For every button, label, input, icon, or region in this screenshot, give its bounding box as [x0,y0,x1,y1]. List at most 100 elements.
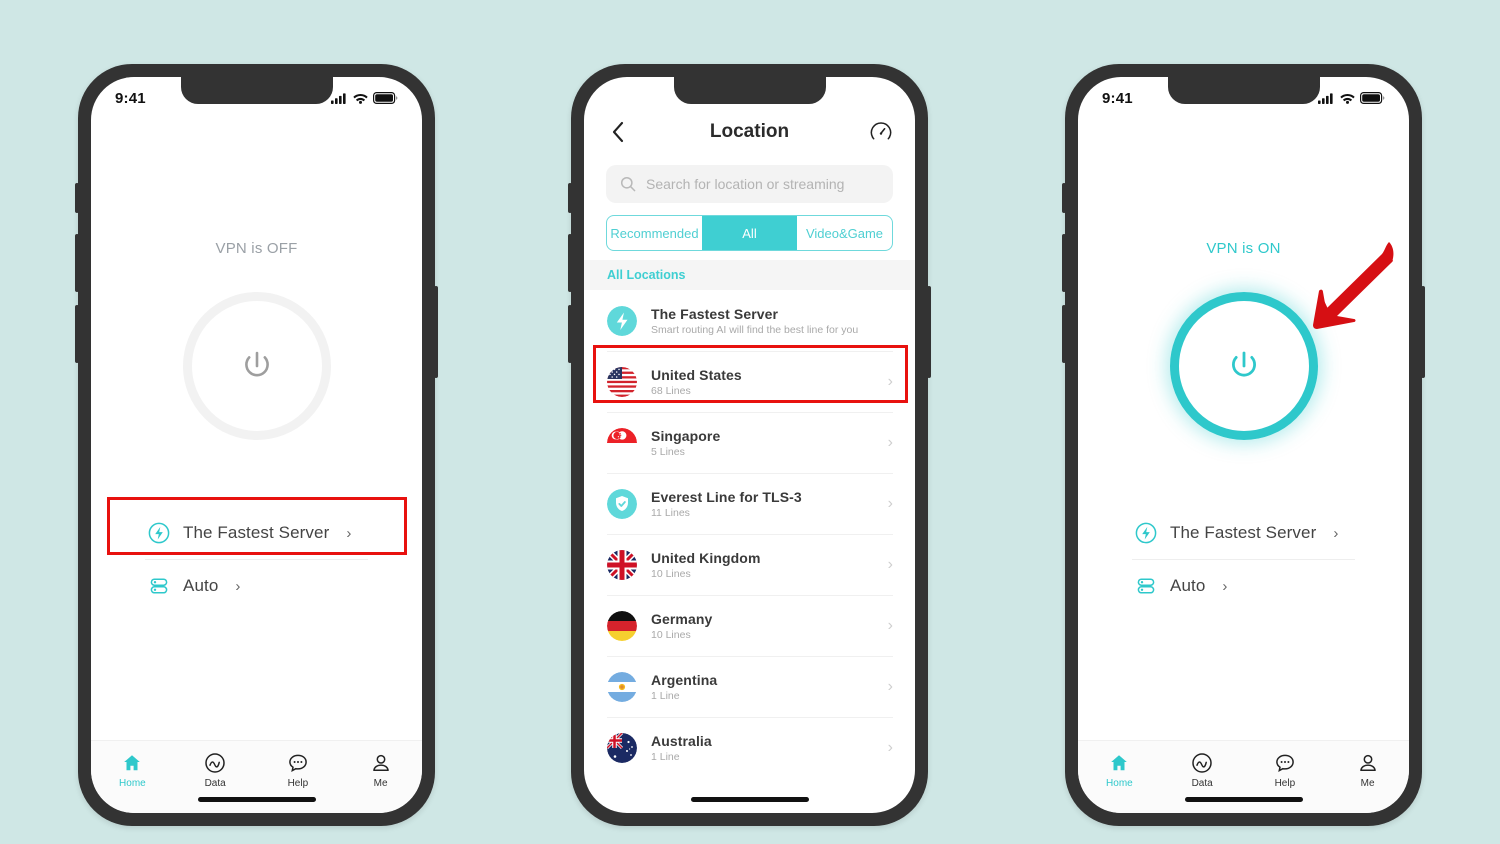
power-icon [237,346,277,386]
red-arrow-icon [1292,230,1402,340]
fastest-server-icon [148,522,170,544]
side-power-button[interactable] [1421,286,1425,378]
side-power-button[interactable] [434,286,438,378]
tab-label: Help [287,778,309,789]
power-icon [1224,346,1264,386]
person-icon [1357,752,1379,774]
phone-mockup-two: Location Search for location or streamin… [568,64,931,826]
location-sub: 68 Lines [651,384,691,397]
list-item-united-states[interactable]: United States 68 Lines › [584,351,915,412]
tab-label: Data [1191,778,1213,789]
tab-help[interactable]: Help [257,741,340,813]
tab-me[interactable]: Me [339,741,422,813]
volume-up-button[interactable] [568,234,572,292]
bottom-tab-bar-three: Home Data Help Me [1078,740,1409,813]
silent-switch[interactable] [75,183,79,213]
tab-help[interactable]: Help [1244,741,1327,813]
list-item-united-kingdom[interactable]: United Kingdom 10 Lines › [584,534,915,595]
list-item-text: The Fastest Server Smart routing AI will… [651,306,879,336]
chevron-right-icon: › [887,555,893,573]
location-name: Everest Line for TLS-3 [651,488,802,505]
flag-uk-icon [607,549,637,580]
location-name: Argentina [651,671,718,688]
page-title: Location [709,121,790,142]
screenshot-canvas: 9:41 VPN is OFF The Fastest Server › Aut… [0,0,1500,844]
chevron-right-icon: › [235,577,241,595]
chevron-right-icon: › [887,372,893,390]
list-item-singapore[interactable]: Singapore 5 Lines › [584,412,915,473]
options-list-three: The Fastest Server › Auto › [1078,507,1409,612]
help-chat-icon [287,752,309,774]
speedometer-icon[interactable] [869,121,893,143]
cellular-signal-icon [331,92,348,104]
segment-all[interactable]: All [702,216,797,250]
notch [1167,77,1320,104]
list-item-australia[interactable]: Australia 1 Line › [584,717,915,778]
fastest-server-icon [1135,522,1157,544]
search-placeholder: Search for location or streaming [646,176,845,192]
data-chart-icon [1191,752,1213,774]
cellular-signal-icon [1318,92,1335,104]
tab-data[interactable]: Data [1161,741,1244,813]
status-time: 9:41 [1102,89,1133,107]
wifi-icon [1340,93,1355,104]
silent-switch[interactable] [568,183,572,213]
segment-video-game[interactable]: Video&Game [797,216,892,250]
flag-ar-icon [607,671,637,702]
list-item-argentina[interactable]: Argentina 1 Line › [584,656,915,717]
volume-down-button[interactable] [1062,305,1066,363]
volume-down-button[interactable] [75,305,79,363]
server-stack-icon [148,575,170,597]
volume-down-button[interactable] [568,305,572,363]
flag-us-icon [607,366,637,397]
list-item-text: Argentina 1 Line [651,672,874,702]
tab-me[interactable]: Me [1326,741,1409,813]
category-segmented-control: Recommended All Video&Game [606,215,893,251]
volume-up-button[interactable] [1062,234,1066,292]
side-power-button[interactable] [927,286,931,378]
section-header-all-locations: All Locations [584,260,915,290]
location-name: Australia [651,732,712,749]
list-item-germany[interactable]: Germany 10 Lines › [584,595,915,656]
location-name: United Kingdom [651,549,761,566]
list-item-everest-line[interactable]: Everest Line for TLS-3 11 Lines › [584,473,915,534]
phone-mockup-three: 9:41 VPN is ON The Fastest Server › Auto… [1062,64,1425,826]
chevron-right-icon: › [887,616,893,634]
list-item-text: Australia 1 Line [651,733,874,763]
tab-home[interactable]: Home [91,741,174,813]
location-list[interactable]: The Fastest Server Smart routing AI will… [584,290,915,813]
power-toggle-one[interactable] [182,292,331,440]
chevron-right-icon: › [887,433,893,451]
volume-up-button[interactable] [75,234,79,292]
server-stack-icon [1135,575,1157,597]
list-item-text: United Kingdom 10 Lines [651,550,874,580]
status-time: 9:41 [115,89,146,107]
battery-icon [373,92,398,104]
home-indicator [197,797,316,802]
search-input[interactable]: Search for location or streaming [606,165,893,203]
location-name: United States [651,366,742,383]
options-list-one: The Fastest Server › Auto › [91,507,422,612]
location-sub: 1 Line [651,689,680,702]
option-auto[interactable]: Auto › [1078,560,1409,612]
tab-label: Home [1106,778,1133,789]
flag-de-icon [607,610,637,641]
list-item-text: Germany 10 Lines [651,611,874,641]
tab-data[interactable]: Data [174,741,257,813]
phone-one-screen: 9:41 VPN is OFF The Fastest Server › Aut… [91,77,422,813]
option-auto[interactable]: Auto › [91,560,422,612]
option-fastest-server[interactable]: The Fastest Server › [91,507,422,559]
chevron-right-icon: › [1222,577,1228,595]
tab-home[interactable]: Home [1078,741,1161,813]
segment-recommended[interactable]: Recommended [607,216,702,250]
search-icon [620,176,636,192]
back-chevron-icon[interactable] [606,121,630,143]
chevron-right-icon: › [346,524,352,542]
option-fastest-server[interactable]: The Fastest Server › [1078,507,1409,559]
option-label: The Fastest Server [183,523,330,542]
home-icon [1108,752,1130,774]
list-item-text: United States 68 Lines [651,367,874,397]
silent-switch[interactable] [1062,183,1066,213]
list-item-fastest-server[interactable]: The Fastest Server Smart routing AI will… [584,290,915,351]
location-name: The Fastest Server [651,305,779,322]
